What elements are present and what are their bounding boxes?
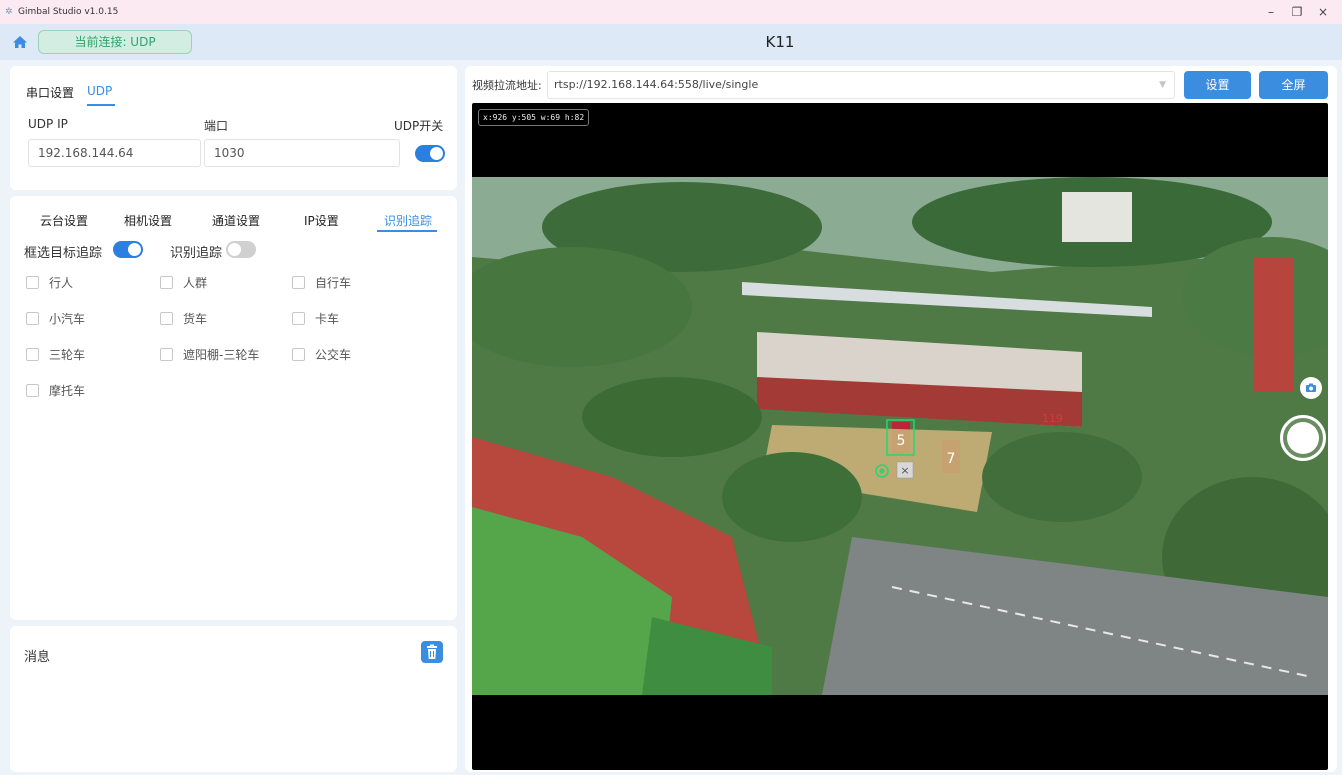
- camera-icon: [1306, 383, 1316, 392]
- shutter-inner: [1287, 422, 1319, 454]
- checkbox-label: 公交车: [315, 348, 352, 362]
- checkbox[interactable]: [26, 348, 39, 361]
- port-input[interactable]: 1030: [204, 139, 400, 167]
- close-button[interactable]: ×: [1310, 0, 1336, 24]
- udp-ip-label: UDP IP: [28, 117, 68, 131]
- restore-button[interactable]: ❐: [1284, 0, 1310, 24]
- device-name: K11: [765, 33, 795, 51]
- target-checkbox-van[interactable]: 货车: [160, 310, 207, 327]
- chevron-down-icon: ▼: [1159, 80, 1166, 90]
- settings-panel: 云台设置 相机设置 通道设置 IP设置 识别追踪 框选目标追踪 识别追踪 行人 …: [10, 196, 457, 620]
- target-checkbox-pedestrian[interactable]: 行人: [26, 274, 73, 291]
- checkbox[interactable]: [160, 276, 173, 289]
- app-icon: ✲: [5, 7, 13, 17]
- stream-url-label: 视频拉流地址:: [472, 79, 542, 92]
- checkbox-label: 小汽车: [49, 312, 86, 326]
- target-checkbox-truck[interactable]: 卡车: [292, 310, 339, 327]
- toggle-knob: [430, 147, 443, 160]
- udp-ip-input[interactable]: 192.168.144.64: [28, 139, 201, 167]
- checkbox-label: 三轮车: [49, 348, 86, 362]
- checkbox-label: 自行车: [315, 276, 352, 290]
- video-stream[interactable]: x:926 y:505 w:69 h:82 × 5 7 119: [472, 103, 1328, 770]
- message-title: 消息: [24, 650, 51, 665]
- udp-switch-label: UDP开关: [394, 119, 444, 133]
- target-checkbox-tricycle[interactable]: 三轮车: [26, 346, 85, 363]
- tab-channel-settings[interactable]: 通道设置: [212, 212, 260, 229]
- tab-udp[interactable]: UDP: [87, 84, 112, 98]
- target-checkbox-crowd[interactable]: 人群: [160, 274, 207, 291]
- tab-camera-settings[interactable]: 相机设置: [124, 212, 172, 229]
- shutter-button[interactable]: [1280, 415, 1326, 461]
- app-title: Gimbal Studio v1.0.15: [18, 7, 119, 17]
- checkbox-label: 摩托车: [49, 384, 86, 398]
- tab-ip-settings[interactable]: IP设置: [304, 212, 339, 229]
- checkbox[interactable]: [160, 348, 173, 361]
- stream-url-select[interactable]: rtsp://192.168.144.64:558/live/single ▼: [547, 71, 1175, 99]
- toggle-knob: [128, 243, 141, 256]
- trash-icon: [427, 644, 437, 659]
- target-checkbox-bus[interactable]: 公交车: [292, 346, 351, 363]
- checkbox[interactable]: [292, 312, 305, 325]
- checkbox[interactable]: [292, 276, 305, 289]
- home-icon: [13, 36, 27, 48]
- target-checkbox-motorcycle[interactable]: 摩托车: [26, 382, 85, 399]
- toggle-knob: [228, 243, 241, 256]
- checkbox[interactable]: [292, 348, 305, 361]
- app-header: 当前连接: UDP K11: [0, 24, 1342, 60]
- minimize-button[interactable]: –: [1258, 0, 1284, 24]
- box-tracking-label: 框选目标追踪: [24, 246, 103, 261]
- stream-url-value: rtsp://192.168.144.64:558/live/single: [554, 78, 759, 91]
- port-label: 端口: [204, 119, 229, 133]
- target-checkbox-bicycle[interactable]: 自行车: [292, 274, 351, 291]
- message-panel: 消息: [10, 626, 457, 772]
- tab-recognition-tracking[interactable]: 识别追踪: [384, 212, 432, 229]
- target-checkbox-car[interactable]: 小汽车: [26, 310, 85, 327]
- checkbox-label: 人群: [183, 276, 208, 290]
- building-sign-5: 5: [897, 433, 906, 449]
- tab-gimbal-settings[interactable]: 云台设置: [40, 212, 88, 229]
- video-frame: × 5 7 119: [472, 177, 1328, 695]
- target-checkbox-awning-tricycle[interactable]: 遮阳棚-三轮车: [160, 346, 259, 363]
- checkbox-label: 行人: [49, 276, 74, 290]
- tab-underline: [87, 104, 115, 106]
- stream-settings-button[interactable]: 设置: [1184, 71, 1251, 99]
- building-sign-7: 7: [947, 451, 956, 467]
- snapshot-button[interactable]: [1300, 377, 1322, 399]
- svg-text:×: ×: [900, 464, 909, 477]
- title-bar: ✲ Gimbal Studio v1.0.15 – ❐ ×: [0, 0, 1342, 24]
- recognition-tracking-toggle[interactable]: [226, 241, 256, 258]
- checkbox-label: 货车: [183, 312, 208, 326]
- tab-serial-settings[interactable]: 串口设置: [26, 84, 74, 101]
- fullscreen-button[interactable]: 全屏: [1259, 71, 1328, 99]
- checkbox[interactable]: [160, 312, 173, 325]
- recognition-tracking-label: 识别追踪: [170, 246, 223, 261]
- window-controls: – ❐ ×: [1258, 0, 1336, 24]
- video-panel: 视频拉流地址: rtsp://192.168.144.64:558/live/s…: [465, 66, 1337, 772]
- checkbox[interactable]: [26, 312, 39, 325]
- tab-underline: [377, 230, 437, 232]
- checkbox[interactable]: [26, 384, 39, 397]
- camera-controls: [1280, 373, 1328, 493]
- connection-status-badge[interactable]: 当前连接: UDP: [38, 30, 192, 54]
- checkbox-label: 卡车: [315, 312, 340, 326]
- building-sign-119: 119: [1042, 412, 1063, 425]
- udp-switch-toggle[interactable]: [415, 145, 445, 162]
- connection-panel: 串口设置 UDP UDP IP 端口 UDP开关 192.168.144.64 …: [10, 66, 457, 190]
- clear-messages-button[interactable]: [421, 641, 443, 663]
- checkbox-label: 遮阳棚-三轮车: [183, 348, 260, 362]
- home-button[interactable]: [10, 33, 30, 51]
- box-tracking-toggle[interactable]: [113, 241, 143, 258]
- checkbox[interactable]: [26, 276, 39, 289]
- target-coordinates-readout: x:926 y:505 w:69 h:82: [478, 109, 590, 126]
